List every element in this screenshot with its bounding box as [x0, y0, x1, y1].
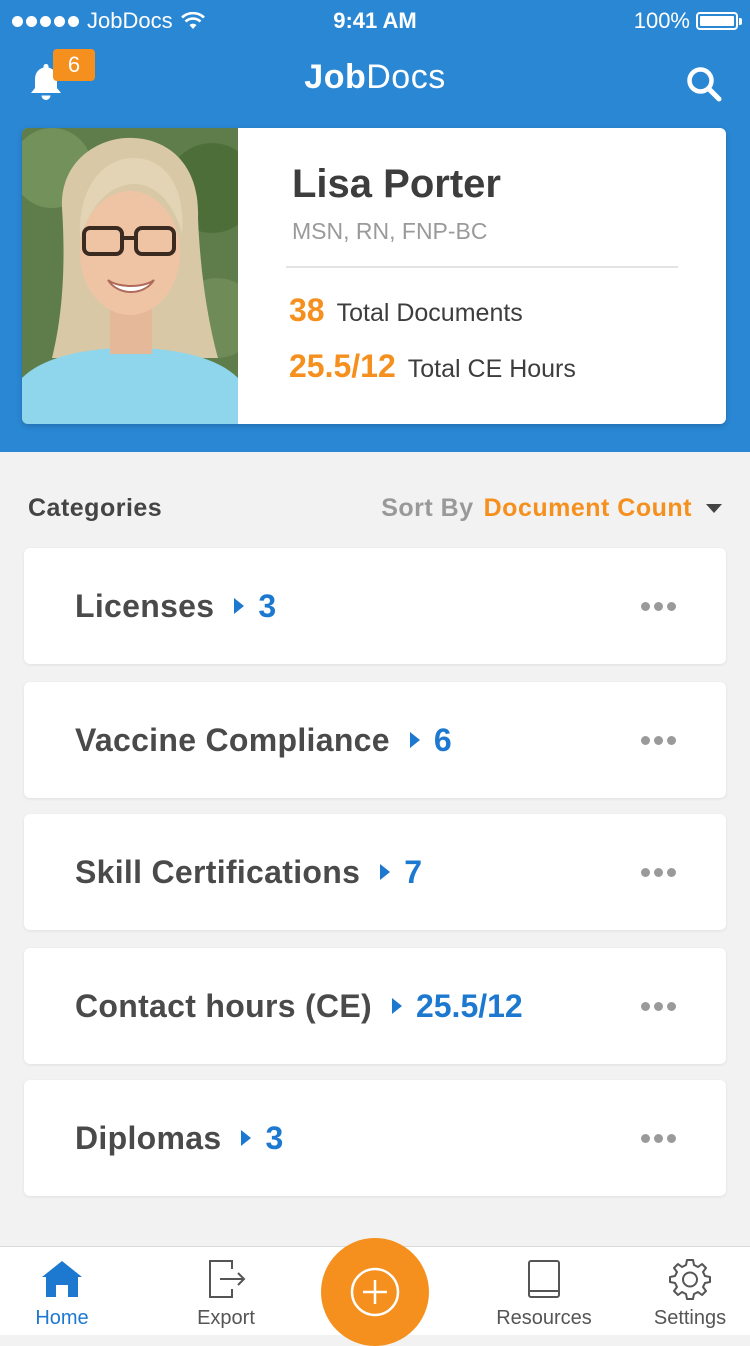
documents-stat: 38 Total Documents — [289, 292, 523, 329]
category-card-skill-certifications[interactable]: Skill Certifications 7 — [24, 814, 726, 930]
ce-hours-count: 25.5/12 — [289, 348, 396, 384]
ce-hours-stat: 25.5/12 Total CE Hours — [289, 348, 576, 385]
search-icon[interactable] — [684, 64, 724, 104]
profile-name: Lisa Porter — [292, 162, 501, 206]
profile-credentials: MSN, RN, FNP-BC — [292, 218, 488, 244]
plus-circle-icon — [350, 1267, 400, 1317]
more-options-icon[interactable] — [641, 736, 676, 745]
add-document-button[interactable] — [321, 1238, 429, 1346]
sort-value[interactable]: Document Count — [484, 494, 692, 523]
app-logo: JobDocs — [0, 58, 750, 97]
category-count: 3 — [258, 587, 277, 624]
tab-resources[interactable]: Resources — [469, 1247, 619, 1335]
battery-icon — [696, 12, 742, 30]
category-label: Vaccine Compliance — [75, 721, 390, 758]
home-icon — [42, 1261, 82, 1297]
more-options-icon[interactable] — [641, 868, 676, 877]
caret-right-icon — [409, 732, 420, 748]
caret-down-icon[interactable] — [706, 504, 722, 513]
category-label: Contact hours (CE) — [75, 987, 372, 1024]
category-label: Licenses — [75, 587, 215, 624]
caret-right-icon — [241, 1130, 252, 1146]
export-icon — [209, 1260, 246, 1298]
more-options-icon[interactable] — [641, 1002, 676, 1011]
app-header: JobDocs 9:41 AM 100% 6 JobDocs Lisa Port… — [0, 0, 750, 452]
battery-percent: 100% — [633, 8, 690, 33]
gear-icon — [669, 1259, 711, 1300]
tab-home[interactable]: Home — [0, 1247, 137, 1335]
book-icon — [528, 1260, 560, 1298]
tab-export[interactable]: Export — [151, 1247, 301, 1335]
tab-settings[interactable]: Settings — [615, 1247, 750, 1335]
profile-photo — [22, 128, 238, 424]
more-options-icon[interactable] — [641, 1134, 676, 1143]
category-card-licenses[interactable]: Licenses 3 — [24, 548, 726, 664]
documents-count: 38 — [289, 292, 325, 328]
caret-right-icon — [391, 998, 402, 1014]
tab-label: Export — [197, 1307, 255, 1329]
profile-card[interactable]: Lisa Porter MSN, RN, FNP-BC 38 Total Doc… — [22, 128, 726, 424]
caret-right-icon — [234, 598, 245, 614]
category-card-vaccine-compliance[interactable]: Vaccine Compliance 6 — [24, 682, 726, 798]
caret-right-icon — [380, 864, 391, 880]
sort-label: Sort By — [381, 494, 474, 522]
category-count: 25.5/12 — [415, 987, 523, 1024]
logo-text-bold: Job — [304, 58, 367, 96]
category-count: 3 — [265, 1119, 284, 1156]
logo-text-light: Docs — [366, 58, 446, 96]
more-options-icon[interactable] — [641, 602, 676, 611]
category-label: Skill Certifications — [75, 853, 361, 890]
status-bar: JobDocs 9:41 AM 100% — [0, 0, 750, 40]
category-count: 6 — [433, 721, 452, 758]
profile-divider — [286, 266, 678, 268]
sort-dropdown[interactable]: Sort By Document Count — [381, 494, 722, 523]
documents-label: Total Documents — [336, 299, 523, 327]
category-card-contact-hours[interactable]: Contact hours (CE) 25.5/12 — [24, 948, 726, 1064]
tab-label: Resources — [496, 1307, 592, 1329]
tab-label: Settings — [653, 1307, 727, 1329]
category-card-diplomas[interactable]: Diplomas 3 — [24, 1080, 726, 1196]
ce-hours-label: Total CE Hours — [407, 355, 576, 383]
category-count: 7 — [404, 853, 422, 890]
categories-heading: Categories — [28, 494, 163, 522]
tab-label: Home — [35, 1307, 89, 1329]
category-label: Diplomas — [75, 1119, 222, 1156]
